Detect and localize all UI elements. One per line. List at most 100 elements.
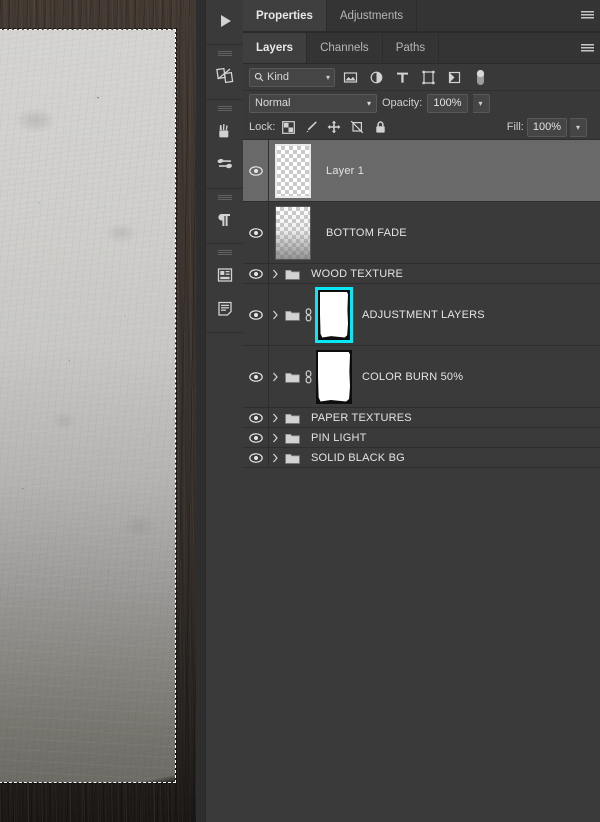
folder-icon (282, 432, 302, 444)
eye-icon (248, 432, 263, 443)
folder-icon (282, 371, 302, 383)
document-canvas[interactable] (0, 0, 205, 822)
layer-name: Layer 1 (326, 164, 365, 177)
layer-name: COLOR BURN 50% (362, 370, 464, 383)
folder-icon (282, 268, 302, 280)
eye-icon (248, 412, 263, 423)
opacity-slider-chevron-icon[interactable]: ▾ (472, 93, 490, 113)
table-row[interactable]: Layer 1 (243, 140, 600, 202)
filter-pixel-layers-icon[interactable] (339, 67, 361, 88)
panel-icon-dock[interactable] (205, 0, 244, 822)
group-expand-toggle[interactable] (269, 433, 282, 443)
group-expand-toggle[interactable] (269, 372, 282, 382)
tab-adjustments[interactable]: Adjustments (326, 0, 418, 31)
tab-properties[interactable]: Properties (243, 0, 327, 31)
layer-thumbnail-fade (275, 205, 311, 260)
chevron-right-icon (273, 433, 278, 442)
lock-position-icon[interactable] (324, 117, 344, 137)
layer-name: SOLID BLACK BG (311, 451, 405, 464)
layer-visibility-toggle[interactable] (243, 202, 269, 263)
chevron-right-icon (273, 453, 278, 462)
filter-kind-label: Kind (267, 71, 290, 83)
tabbar-spacer (439, 33, 574, 63)
canvas-edge-strip (196, 0, 205, 822)
brushes-panel-icon[interactable] (206, 114, 244, 148)
filter-type-layers-icon[interactable] (391, 67, 413, 88)
dock-grip (217, 106, 232, 111)
lock-transparent-pixels-icon[interactable] (278, 117, 298, 137)
dock-grip (217, 51, 232, 56)
group-expand-toggle[interactable] (269, 453, 282, 463)
lock-artboard-nesting-icon[interactable] (347, 117, 367, 137)
blend-mode-value: Normal (255, 97, 291, 109)
folder-icon (282, 452, 302, 464)
filter-kind-select[interactable]: Kind ▾ (249, 67, 335, 87)
chevron-right-icon (273, 310, 278, 319)
filter-enable-toggle[interactable] (469, 67, 491, 88)
group-expand-toggle[interactable] (269, 310, 282, 320)
layer-thumbnail[interactable] (269, 143, 317, 198)
tab-channels[interactable]: Channels (307, 33, 383, 63)
chevron-down-icon: ▾ (366, 98, 371, 108)
layer-visibility-toggle[interactable] (243, 264, 269, 283)
adjustments-panel-icon[interactable] (206, 148, 244, 182)
layer-comps-panel-icon[interactable] (206, 258, 244, 292)
layer-visibility-toggle[interactable] (243, 408, 269, 427)
fill-value: 100% (532, 121, 561, 133)
layer-visibility-toggle[interactable] (243, 448, 269, 467)
filter-shape-layers-icon[interactable] (417, 67, 439, 88)
tab-layers[interactable]: Layers (243, 33, 308, 63)
paths-panel-icon[interactable] (206, 59, 244, 93)
group-expand-toggle[interactable] (269, 413, 282, 423)
notes-panel-icon[interactable] (206, 292, 244, 326)
tab-paths[interactable]: Paths (382, 33, 440, 63)
fill-input[interactable]: 100% (526, 117, 567, 137)
eye-icon (248, 227, 263, 238)
table-row[interactable]: PIN LIGHT (243, 428, 600, 448)
fill-slider-chevron-icon[interactable]: ▾ (570, 117, 587, 137)
chevron-right-icon (273, 269, 278, 278)
filter-adjustment-layers-icon[interactable] (365, 67, 387, 88)
properties-panel-menu-icon[interactable] (574, 0, 600, 31)
lock-image-pixels-icon[interactable] (301, 117, 321, 137)
timeline-panel-icon[interactable] (206, 4, 244, 38)
tab-properties-label: Properties (256, 9, 313, 22)
layer-name: WOOD TEXTURE (311, 267, 404, 280)
table-row[interactable]: WOOD TEXTURE (243, 264, 600, 284)
opacity-value: 100% (433, 97, 462, 109)
layer-visibility-toggle[interactable] (243, 140, 269, 201)
layer-filter-row: Kind ▾ (243, 64, 600, 91)
mask-link-icon[interactable] (302, 369, 315, 384)
layer-visibility-toggle[interactable] (243, 428, 269, 447)
filter-smart-object-icon[interactable] (443, 67, 465, 88)
table-row[interactable]: PAPER TEXTURES (243, 408, 600, 428)
lock-all-icon[interactable] (370, 117, 390, 137)
mask-link-icon[interactable] (302, 307, 315, 322)
eye-icon (248, 268, 263, 279)
lock-label: Lock: (249, 121, 276, 133)
tab-adjustments-label: Adjustments (339, 9, 404, 22)
folder-icon (282, 309, 302, 321)
layer-name: PIN LIGHT (311, 431, 367, 444)
table-row[interactable]: SOLID BLACK BG (243, 448, 600, 468)
torn-paper-image (0, 30, 175, 782)
table-row[interactable]: ADJUSTMENT LAYERS (243, 284, 600, 346)
blend-mode-select[interactable]: Normal ▾ (249, 93, 377, 113)
layer-visibility-toggle[interactable] (243, 346, 269, 407)
tabbar-spacer (417, 0, 574, 31)
paragraph-panel-icon[interactable] (206, 203, 244, 237)
layer-list[interactable]: Layer 1 BOTTOM FADE WOOD TEXTURE ADJUSTM… (243, 140, 600, 822)
group-expand-toggle[interactable] (269, 269, 282, 279)
layer-mask-thumbnail[interactable] (315, 286, 353, 343)
table-row[interactable]: BOTTOM FADE (243, 202, 600, 264)
table-row[interactable]: COLOR BURN 50% (243, 346, 600, 408)
opacity-input[interactable]: 100% (427, 93, 468, 113)
layers-panel-tabbar: Layers Channels Paths (243, 32, 600, 64)
layer-thumbnail[interactable] (269, 205, 317, 260)
layer-visibility-toggle[interactable] (243, 284, 269, 345)
layer-mask-thumbnail[interactable] (315, 348, 353, 405)
layer-name: BOTTOM FADE (326, 226, 407, 239)
tab-layers-label: Layers (256, 42, 294, 54)
dock-group-timeline (205, 0, 244, 45)
layers-panel-menu-icon[interactable] (574, 33, 600, 63)
